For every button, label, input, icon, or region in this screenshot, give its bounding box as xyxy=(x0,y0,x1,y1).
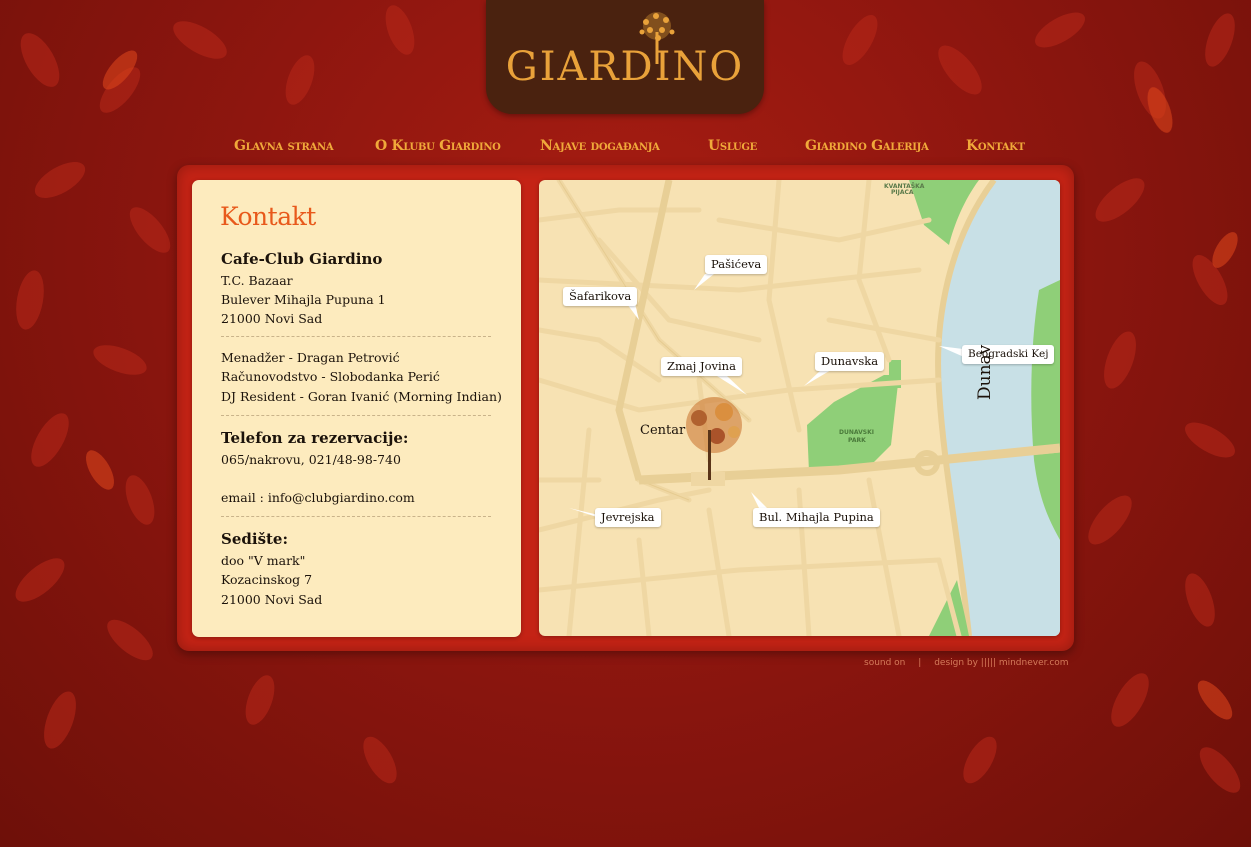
club-name: Cafe-Club Giardino xyxy=(221,250,383,268)
park-label: DUNAVSKI xyxy=(839,429,874,436)
map-label-zmaj-jovina: Zmaj Jovina xyxy=(661,357,742,376)
divider xyxy=(221,336,491,337)
address-line: 21000 Novi Sad xyxy=(221,311,323,326)
nav-events[interactable]: Najave događanja xyxy=(540,138,660,154)
staff-line: DJ Resident - Goran Ivanić (Morning Indi… xyxy=(221,389,502,404)
map-streets: KVANTAŠKA PIJACA DUNAVSKI PARK xyxy=(539,180,1060,636)
nav-services[interactable]: Usluge xyxy=(708,138,757,154)
nav-about-club[interactable]: O Klubu Giardino xyxy=(375,138,501,154)
nav-contact[interactable]: Kontakt xyxy=(966,138,1025,154)
seat-line: doo "V mark" xyxy=(221,553,306,568)
seat-line: Kozacinskog 7 xyxy=(221,572,313,587)
market-label: PIJACA xyxy=(891,189,914,196)
river-label: Dunav xyxy=(975,344,995,400)
seat-line: 21000 Novi Sad xyxy=(221,592,323,607)
main-navigation: Glavna strana O Klubu Giardino Najave do… xyxy=(0,138,1251,158)
location-map[interactable]: KVANTAŠKA PIJACA DUNAVSKI PARK Pašićeva … xyxy=(539,180,1060,636)
footer: sound on | design by ||||| mindnever.com xyxy=(864,658,1079,668)
sound-toggle[interactable]: sound on xyxy=(864,658,905,668)
map-label-pasiceva: Pašićeva xyxy=(705,255,768,274)
address-line: T.C. Bazaar xyxy=(221,273,293,288)
phone-heading: Telefon za rezervacije: xyxy=(221,429,409,447)
map-label-safarikova: Šafarikova xyxy=(563,287,638,306)
contact-info-panel: Kontakt Cafe-Club Giardino T.C. Bazaar B… xyxy=(192,180,521,637)
seat-heading: Sedište: xyxy=(221,530,289,548)
nav-gallery[interactable]: Giardino Galerija xyxy=(805,138,929,154)
map-label-bul-mihajla-pupina: Bul. Mihajla Pupina xyxy=(753,508,880,527)
map-label-jevrejska: Jevrejska xyxy=(595,508,661,527)
tree-logo-icon xyxy=(639,12,675,64)
phone-numbers: 065/nakrovu, 021/48-98-740 xyxy=(221,452,401,467)
divider xyxy=(221,415,491,416)
page-title: Kontakt xyxy=(220,202,316,231)
map-center-label: Centar xyxy=(640,423,686,438)
staff-line: Računovodstvo - Slobodanka Perić xyxy=(221,369,440,384)
footer-divider: | xyxy=(918,658,922,668)
map-label-dunavska: Dunavska xyxy=(815,352,885,371)
divider xyxy=(221,516,491,517)
staff-line: Menadžer - Dragan Petrović xyxy=(221,350,400,365)
park-label: PARK xyxy=(848,437,866,444)
email-link[interactable]: email : info@clubgiardino.com xyxy=(221,490,415,505)
address-line: Bulever Mihajla Pupuna 1 xyxy=(221,292,386,307)
nav-home[interactable]: Glavna strana xyxy=(234,138,334,154)
design-credit-link[interactable]: design by ||||| mindnever.com xyxy=(934,658,1068,668)
